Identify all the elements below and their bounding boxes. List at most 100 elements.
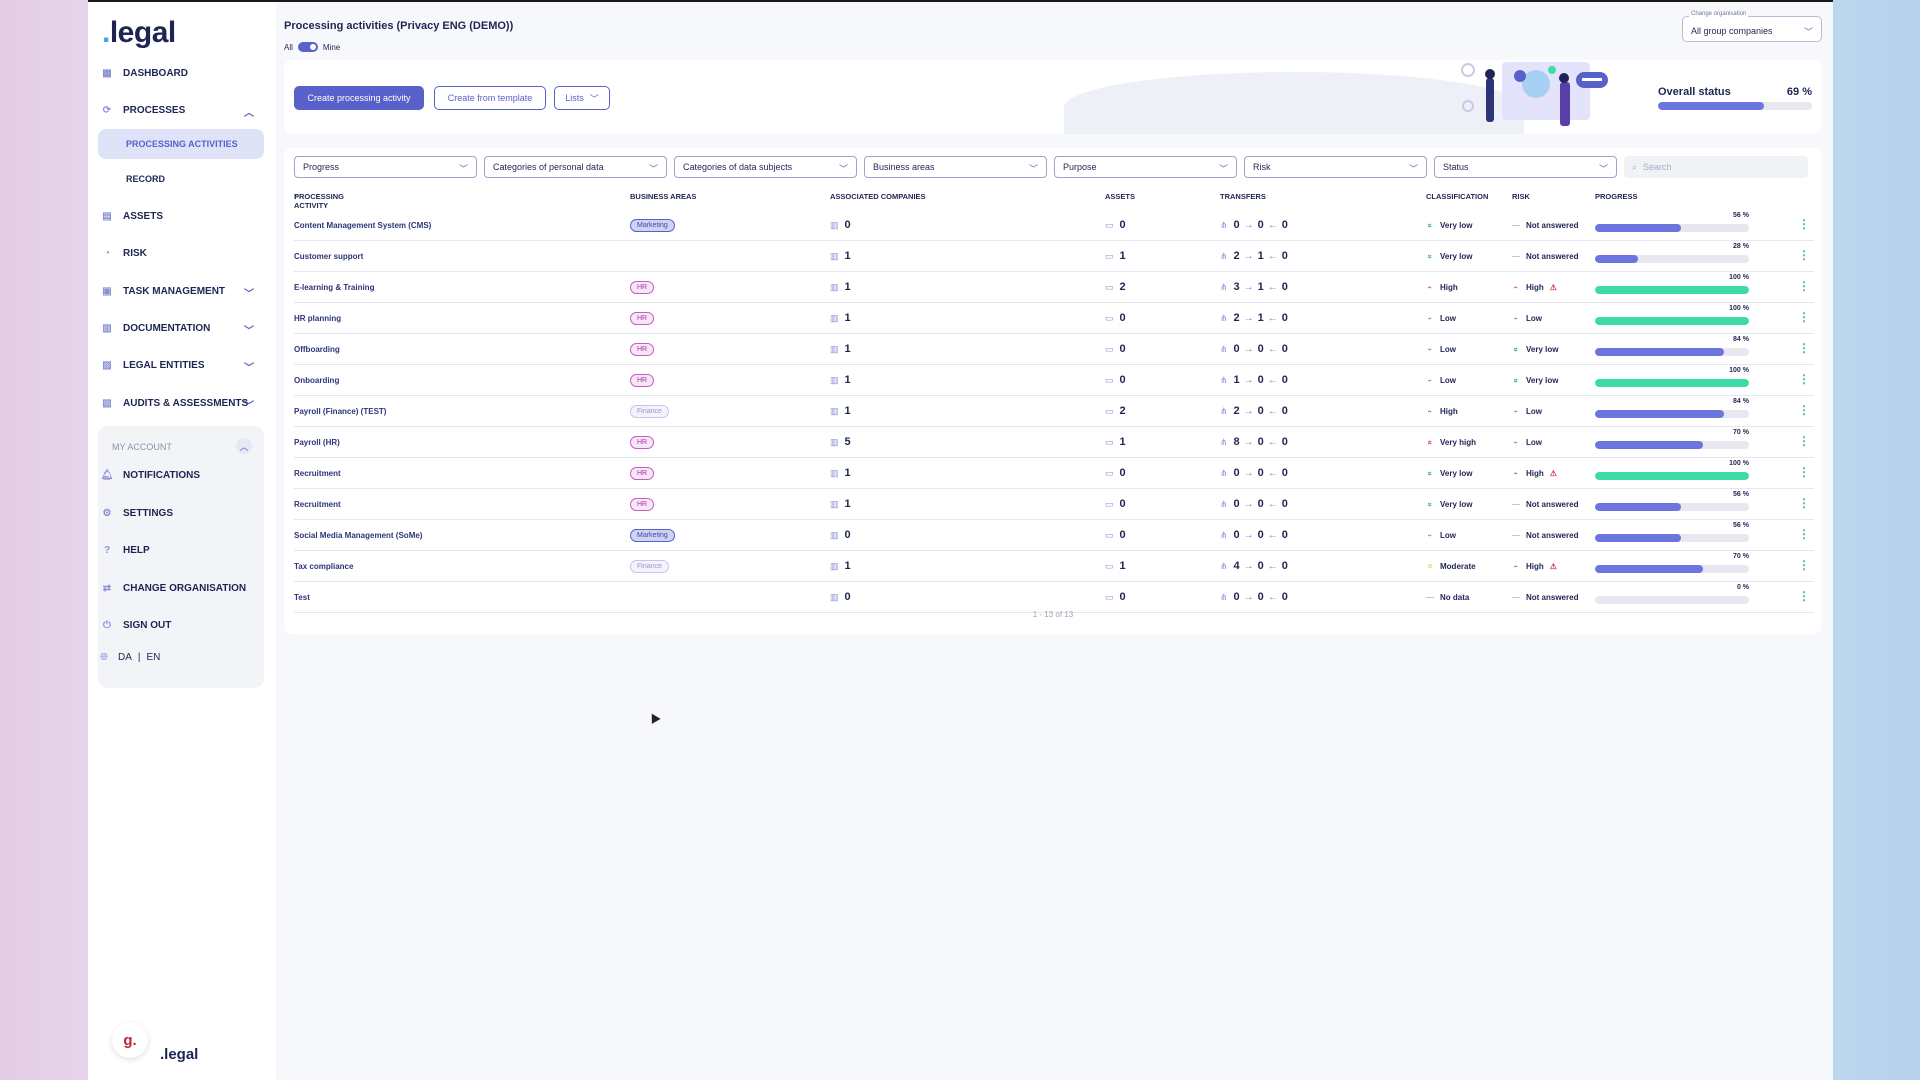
- progress-percent: 28 %: [1733, 243, 1749, 250]
- sidebar-item-audits[interactable]: ▧ Audits & assessments ﹀: [100, 388, 260, 418]
- arrow-right-icon: →: [1243, 374, 1254, 386]
- sidebar-item-sign-out[interactable]: ⏻ Sign out: [100, 610, 260, 640]
- chevron-down-icon[interactable]: ﹀: [244, 285, 254, 300]
- activity-name[interactable]: Customer support: [294, 241, 363, 271]
- sidebar-item-dashboard[interactable]: ▦ Dashboard: [100, 58, 260, 88]
- chevron-down-icon[interactable]: ﹀: [244, 322, 254, 337]
- column-header-business-areas[interactable]: Business areas: [630, 192, 696, 201]
- business-area-tag: HR: [630, 342, 655, 356]
- chevron-up-icon[interactable]: ︿: [236, 438, 252, 454]
- activity-name[interactable]: Content Management System (CMS): [294, 210, 431, 240]
- table-row[interactable]: Content Management System (CMS) Marketing…: [294, 210, 1814, 241]
- table-row[interactable]: Payroll (HR) HR ▥ 5 ▭ 1 ⋔ 8 → 0 ← 0 «Very high › Low 70…: [294, 427, 1814, 458]
- row-menu-icon[interactable]: ⋮: [1798, 558, 1810, 572]
- sidebar-subitem-processing-activities[interactable]: Processing activities: [98, 129, 264, 159]
- column-header-classification[interactable]: Classification: [1426, 192, 1488, 201]
- column-header-transfers[interactable]: Transfers: [1220, 192, 1266, 201]
- table-row[interactable]: Tax compliance Finance ▥ 1 ▭ 1 ⋔ 4 → 0 ← 0 = Moderate…: [294, 551, 1814, 582]
- activity-name[interactable]: Onboarding: [294, 365, 339, 395]
- activity-name[interactable]: HR planning: [294, 303, 341, 333]
- filter-risk[interactable]: Risk ﹀: [1244, 156, 1427, 178]
- filter-categories-personal-data[interactable]: Categories of personal data ﹀: [484, 156, 667, 178]
- sidebar-subitem-record[interactable]: Record: [98, 164, 264, 194]
- row-menu-icon[interactable]: ⋮: [1798, 403, 1810, 417]
- table-row[interactable]: HR planning HR ▥ 1 ▭ 0 ⋔ 2 → 1 ← 0 › Low › Low 100 % ⋮: [294, 303, 1814, 334]
- business-area-cell: HR: [630, 334, 655, 364]
- row-menu-icon[interactable]: ⋮: [1798, 341, 1810, 355]
- column-header-associated-companies[interactable]: Associated companies: [830, 192, 926, 201]
- row-menu-icon[interactable]: ⋮: [1798, 434, 1810, 448]
- activity-name[interactable]: Test: [294, 582, 310, 612]
- progress-percent: 100 %: [1729, 305, 1749, 312]
- level-indicator-icon: «: [1425, 439, 1435, 445]
- sidebar-item-notifications[interactable]: 🔔︎ Notifications: [100, 460, 260, 490]
- chevron-down-icon[interactable]: ﹀: [244, 359, 254, 374]
- progress-cell: 100 %: [1595, 365, 1749, 395]
- activity-name[interactable]: Payroll (Finance) (TEST): [294, 396, 386, 426]
- search-input[interactable]: ⌕ Search: [1624, 156, 1808, 178]
- activity-name[interactable]: Offboarding: [294, 334, 340, 364]
- table-row[interactable]: Test ▥ 0 ▭ 0 ⋔ 0 → 0 ← 0— No data — Not answered 0 % ⋮: [294, 582, 1814, 613]
- table-row[interactable]: E-learning & Training HR ▥ 1 ▭ 2 ⋔ 3 → 1 ← 0 ‹ High ‹ H…: [294, 272, 1814, 303]
- table-row[interactable]: Offboarding HR ▥ 1 ▭ 0 ⋔ 0 → 0 ← 0 › Low» Very low 84 %…: [294, 334, 1814, 365]
- progress-cell: 56 %: [1595, 489, 1749, 519]
- activity-name[interactable]: Recruitment: [294, 489, 341, 519]
- column-header-risk[interactable]: Risk: [1512, 192, 1530, 201]
- activity-name[interactable]: Tax compliance: [294, 551, 353, 581]
- assets-cell: ▭ 2: [1105, 396, 1126, 426]
- table-row[interactable]: Social Media Management (SoMe) Marketing ▥…: [294, 520, 1814, 551]
- sidebar-item-legal-entities[interactable]: ▨ Legal entities ﹀: [100, 350, 260, 380]
- progress-fill: [1595, 255, 1639, 263]
- filter-business-areas[interactable]: Business areas ﹀: [864, 156, 1047, 178]
- table-row[interactable]: Payroll (Finance) (TEST) Finance ▥ 1 ▭ 2 ⋔ 2 → 0 ←…: [294, 396, 1814, 427]
- chevron-up-icon[interactable]: ︿: [244, 104, 254, 119]
- arrow-left-icon: ←: [1267, 436, 1278, 448]
- sidebar-item-change-organisation[interactable]: ⇄ Change organisation: [100, 573, 260, 603]
- filter-categories-data-subjects[interactable]: Categories of data subjects ﹀: [674, 156, 857, 178]
- create-processing-activity-button[interactable]: Create processing activity: [294, 86, 424, 110]
- table-row[interactable]: Recruitment HR ▥ 1 ▭ 0 ⋔ 0 → 0 ← 0» Very low — Not ans…: [294, 489, 1814, 520]
- sidebar-item-processes[interactable]: ⟳ Processes ︿: [100, 95, 260, 125]
- create-from-template-button[interactable]: Create from template: [434, 86, 546, 110]
- row-menu-icon[interactable]: ⋮: [1798, 248, 1810, 262]
- logo[interactable]: .legal: [102, 16, 176, 50]
- arrow-right-icon: →: [1243, 467, 1254, 479]
- sidebar-item-settings[interactable]: ⚙ Settings: [100, 498, 260, 528]
- monitor-icon: ▭: [1105, 405, 1114, 416]
- change-organisation-select[interactable]: Change organisation All group companies …: [1682, 11, 1822, 42]
- arrow-right-icon: →: [1243, 405, 1254, 417]
- activity-name[interactable]: Social Media Management (SoMe): [294, 520, 422, 550]
- row-menu-icon[interactable]: ⋮: [1798, 465, 1810, 479]
- column-header-assets[interactable]: Assets: [1105, 192, 1135, 201]
- sidebar-item-task-management[interactable]: ▣ Task management ﹀: [100, 276, 260, 306]
- filter-status[interactable]: Status ﹀: [1434, 156, 1617, 178]
- sidebar-item-documentation[interactable]: ▥ Documentation ﹀: [100, 313, 260, 343]
- activity-name[interactable]: Recruitment: [294, 458, 341, 488]
- activity-name[interactable]: E-learning & Training: [294, 272, 374, 302]
- row-menu-icon[interactable]: ⋮: [1798, 372, 1810, 386]
- row-menu-icon[interactable]: ⋮: [1798, 279, 1810, 293]
- row-menu-icon[interactable]: ⋮: [1798, 589, 1810, 603]
- chevron-down-icon[interactable]: ﹀: [244, 397, 254, 412]
- row-menu-icon[interactable]: ⋮: [1798, 496, 1810, 510]
- progress-bar: [1595, 565, 1749, 573]
- risk-icon: ◔: [103, 247, 111, 259]
- arrow-left-icon: ←: [1267, 374, 1278, 386]
- activity-name[interactable]: Payroll (HR): [294, 427, 340, 457]
- table-row[interactable]: Onboarding HR ▥ 1 ▭ 0 ⋔ 1 → 0 ← 0 › Low» Very low 100 %…: [294, 365, 1814, 396]
- sidebar-item-assets[interactable]: ▤ Assets: [100, 201, 260, 231]
- sidebar-item-risk[interactable]: ◔ Risk: [100, 238, 260, 268]
- lang-en[interactable]: EN: [147, 652, 161, 663]
- table-row[interactable]: Customer support ▥ 1 ▭ 1 ⋔ 2 → 1 ← 0» Very low — Not …: [294, 241, 1814, 272]
- sidebar-item-help[interactable]: ? Help: [100, 535, 260, 565]
- row-menu-icon[interactable]: ⋮: [1798, 527, 1810, 541]
- lists-button[interactable]: Lists ﹀: [554, 86, 610, 110]
- all-mine-switch[interactable]: [297, 42, 318, 52]
- lang-da[interactable]: DA: [118, 652, 132, 663]
- column-header-progress[interactable]: Progress: [1595, 192, 1638, 201]
- filter-progress[interactable]: Progress ﹀: [294, 156, 477, 178]
- row-menu-icon[interactable]: ⋮: [1798, 310, 1810, 324]
- filter-purpose[interactable]: Purpose ﹀: [1054, 156, 1237, 178]
- row-menu-icon[interactable]: ⋮: [1798, 217, 1810, 231]
- table-row[interactable]: Recruitment HR ▥ 1 ▭ 0 ⋔ 0 → 0 ← 0» Very low ‹ High ⚠ 10…: [294, 458, 1814, 489]
